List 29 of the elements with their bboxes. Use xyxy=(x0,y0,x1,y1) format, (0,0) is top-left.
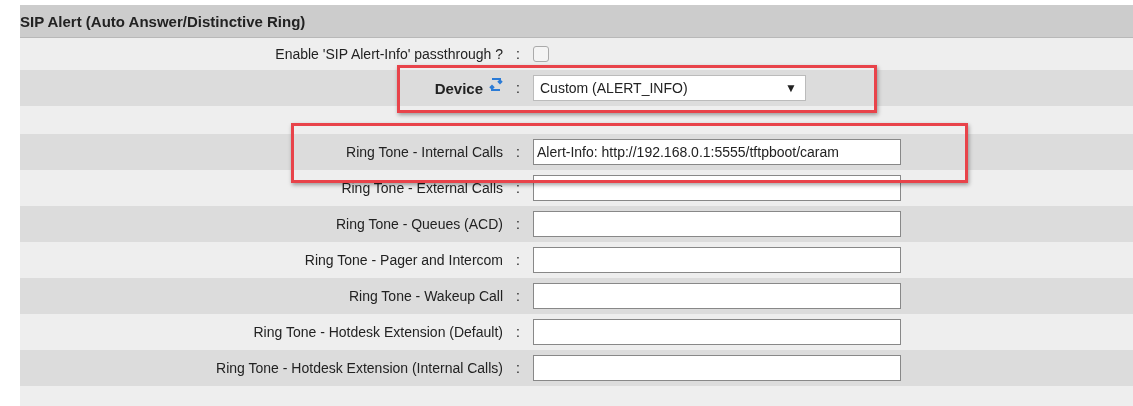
device-dropdown[interactable]: Custom (ALERT_INFO) ▼ xyxy=(533,75,806,101)
field-label: Device xyxy=(434,79,483,97)
colon: : xyxy=(515,144,521,160)
field-label: Ring Tone - Queues (ACD) xyxy=(335,216,503,232)
colon: : xyxy=(515,80,521,96)
colon: : xyxy=(515,252,521,268)
checkbox[interactable] xyxy=(533,46,549,62)
ring-tone-field[interactable] xyxy=(533,211,901,237)
colon: : xyxy=(515,288,521,304)
colon: : xyxy=(515,324,521,340)
colon: : xyxy=(515,46,521,62)
colon: : xyxy=(515,360,521,376)
colon: : xyxy=(515,216,521,232)
refresh-icon[interactable] xyxy=(489,75,503,93)
colon: : xyxy=(515,180,521,196)
field-label: Ring Tone - Wakeup Call xyxy=(348,288,503,304)
field-label: Ring Tone - Hotdesk Extension (Internal Calls) xyxy=(216,360,503,376)
field-label: Ring Tone - Hotdesk Extension (Default) xyxy=(253,324,503,340)
ring-tone-field[interactable] xyxy=(533,283,901,309)
field-label: Enable 'SIP Alert-Info' passthrough ? xyxy=(275,46,503,62)
field-label: Ring Tone - Pager and Intercom xyxy=(304,252,503,268)
ring-tone-field[interactable] xyxy=(533,175,901,201)
field-label: Ring Tone - External Calls xyxy=(341,180,503,196)
ring-tone-field[interactable] xyxy=(533,247,901,273)
ring-tone-field[interactable] xyxy=(533,319,901,345)
ring-tone-field[interactable] xyxy=(533,355,901,381)
ring-tone-field[interactable]: Alert-Info: http://192.168.0.1:5555/tftpboot/caram xyxy=(533,139,901,165)
section-title: SIP Alert (Auto Answer/Distinctive Ring) xyxy=(20,12,306,30)
field-label: Ring Tone - Internal Calls xyxy=(346,144,503,160)
